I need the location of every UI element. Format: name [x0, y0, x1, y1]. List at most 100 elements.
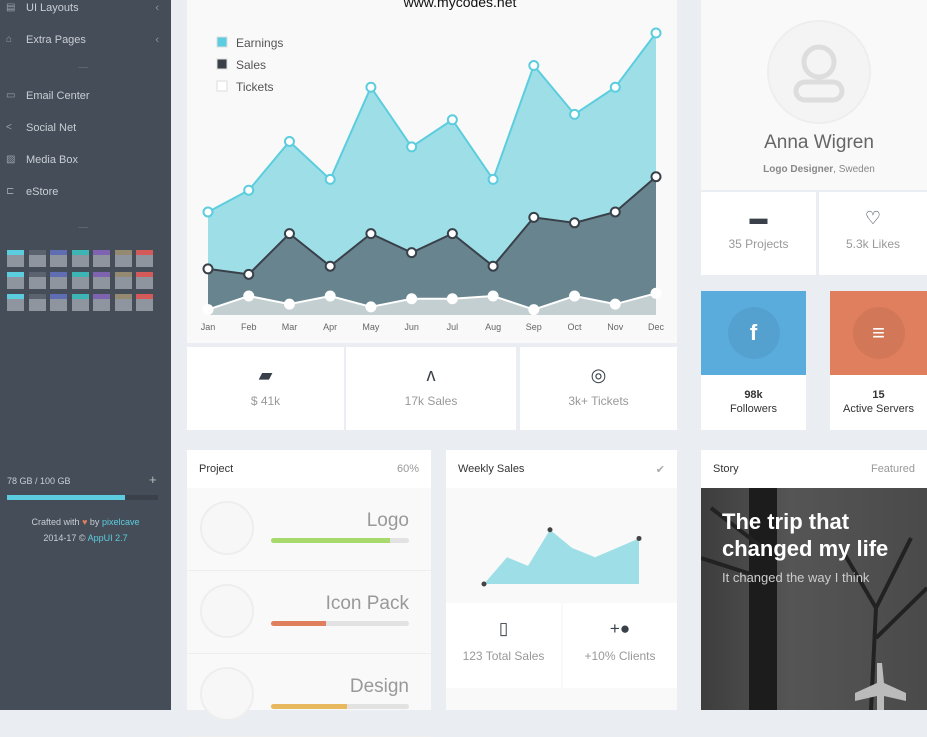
sidebar-item-estore[interactable]: ⊏ eStore [0, 181, 171, 203]
profile-name[interactable]: Anna Wigren [701, 132, 927, 154]
data-point[interactable] [636, 535, 642, 541]
theme-swatch[interactable] [50, 272, 67, 289]
data-point[interactable] [446, 293, 458, 305]
data-point[interactable] [365, 81, 377, 93]
weekly-stat-1: +● +10% Clients [563, 603, 677, 688]
data-point[interactable] [283, 298, 295, 310]
project-header: Project 60% [187, 450, 431, 488]
theme-swatch[interactable] [7, 250, 24, 267]
sidebar-item-label: eStore [26, 186, 59, 198]
theme-swatch[interactable] [28, 294, 46, 311]
theme-swatch[interactable] [71, 294, 89, 311]
data-point[interactable] [650, 287, 662, 299]
project-item[interactable]: Logo [187, 490, 431, 571]
data-point[interactable] [609, 298, 621, 310]
data-point[interactable] [243, 290, 255, 302]
data-point[interactable] [406, 293, 418, 305]
theme-swatch[interactable] [93, 250, 110, 267]
data-point[interactable] [283, 135, 295, 147]
project-item[interactable]: Design [187, 656, 431, 737]
legend-swatch [216, 58, 228, 70]
theme-swatch[interactable] [7, 272, 24, 289]
profile-avatar[interactable] [767, 20, 871, 124]
sidebar-item-extra-pages[interactable]: ⌂ Extra Pages ‹ [0, 29, 171, 51]
data-point[interactable] [202, 263, 214, 275]
area-chart: Jan Feb Mar Apr May Jun Jul Aug Sep Oct Nov Dec Earn… [201, 27, 664, 332]
x-tick-label: Nov [607, 322, 624, 332]
data-point[interactable] [487, 290, 499, 302]
theme-swatch[interactable] [114, 294, 132, 311]
theme-swatch[interactable] [28, 250, 46, 267]
story-badge: Featured [870, 463, 915, 475]
image-icon: ▨ [6, 154, 16, 165]
data-point[interactable] [446, 114, 458, 126]
sidebar-item-media-box[interactable]: ▨ Media Box [0, 149, 171, 171]
data-point[interactable] [569, 290, 581, 302]
project-item[interactable]: Icon Pack [187, 573, 431, 654]
profile-stat-1[interactable]: ♡ 5.3k Likes [819, 192, 927, 275]
data-point[interactable] [487, 260, 499, 272]
data-point[interactable] [650, 27, 662, 39]
data-point[interactable] [547, 527, 553, 533]
data-point[interactable] [243, 268, 255, 280]
data-point[interactable] [406, 247, 418, 259]
legend-swatch [216, 36, 228, 48]
layers-icon: ▤ [6, 2, 16, 13]
theme-swatch[interactable] [28, 272, 46, 289]
data-point[interactable] [283, 228, 295, 240]
tile-0[interactable]: f 98k Followers [701, 291, 806, 430]
author-link[interactable]: pixelcave [102, 517, 140, 527]
theme-swatch[interactable] [93, 294, 110, 311]
data-point[interactable] [243, 184, 255, 196]
data-point[interactable] [365, 228, 377, 240]
data-point[interactable] [609, 81, 621, 93]
version-link[interactable]: AppUI 2.7 [88, 533, 128, 543]
theme-swatch[interactable] [7, 294, 24, 311]
data-point[interactable] [569, 108, 581, 120]
story-headline[interactable]: The trip that changed my life [722, 508, 912, 562]
data-point[interactable] [202, 304, 214, 316]
theme-swatch[interactable] [93, 272, 110, 289]
theme-swatch[interactable] [50, 250, 67, 267]
sidebar-item-ui-layouts[interactable]: ▤ UI Layouts ‹ [0, 0, 171, 19]
data-point[interactable] [446, 228, 458, 240]
briefcase-icon: ▬ [749, 208, 768, 228]
sidebar-item-label: Email Center [26, 90, 90, 102]
add-storage-button[interactable]: + [149, 472, 157, 487]
theme-swatch[interactable] [50, 294, 67, 311]
profile-stat-0[interactable]: ▬ 35 Projects [701, 192, 816, 275]
sidebar-item-email-center[interactable]: ▭ Email Center [0, 85, 171, 107]
main-chart-card: Jan Feb Mar Apr May Jun Jul Aug Sep Oct Nov Dec Earn… [187, 0, 677, 343]
tile-1[interactable]: ≡ 15 Active Servers [830, 291, 927, 430]
x-tick-label: Jun [404, 322, 419, 332]
data-point[interactable] [650, 171, 662, 183]
theme-swatch[interactable] [114, 272, 132, 289]
theme-swatch[interactable] [136, 272, 153, 289]
chevron-left-icon: ‹ [155, 2, 159, 14]
data-point[interactable] [528, 304, 540, 316]
data-point[interactable] [528, 211, 540, 223]
theme-swatch[interactable] [114, 250, 132, 267]
theme-swatch[interactable] [136, 250, 153, 267]
theme-swatch[interactable] [71, 272, 89, 289]
theme-swatch[interactable] [136, 294, 153, 311]
project-title: Project [199, 463, 234, 475]
check-icon[interactable]: ✔ [656, 463, 665, 476]
data-point[interactable] [609, 206, 621, 218]
data-point[interactable] [406, 141, 418, 153]
data-point[interactable] [528, 60, 540, 72]
theme-swatch[interactable] [71, 250, 89, 267]
data-point[interactable] [487, 173, 499, 185]
data-point[interactable] [324, 290, 336, 302]
data-point[interactable] [365, 301, 377, 313]
profile-subtitle: Logo Designer, Sweden [701, 164, 927, 175]
data-point[interactable] [324, 173, 336, 185]
sidebar-item-social-net[interactable]: < Social Net [0, 117, 171, 139]
data-point[interactable] [569, 217, 581, 229]
story-card[interactable]: Story Featured The trip that changed my l… [701, 450, 927, 710]
data-point[interactable] [202, 206, 214, 218]
tile-label: Followers [729, 403, 778, 415]
project-percent: 60% [396, 463, 419, 475]
data-point[interactable] [324, 260, 336, 272]
data-point[interactable] [481, 581, 487, 587]
